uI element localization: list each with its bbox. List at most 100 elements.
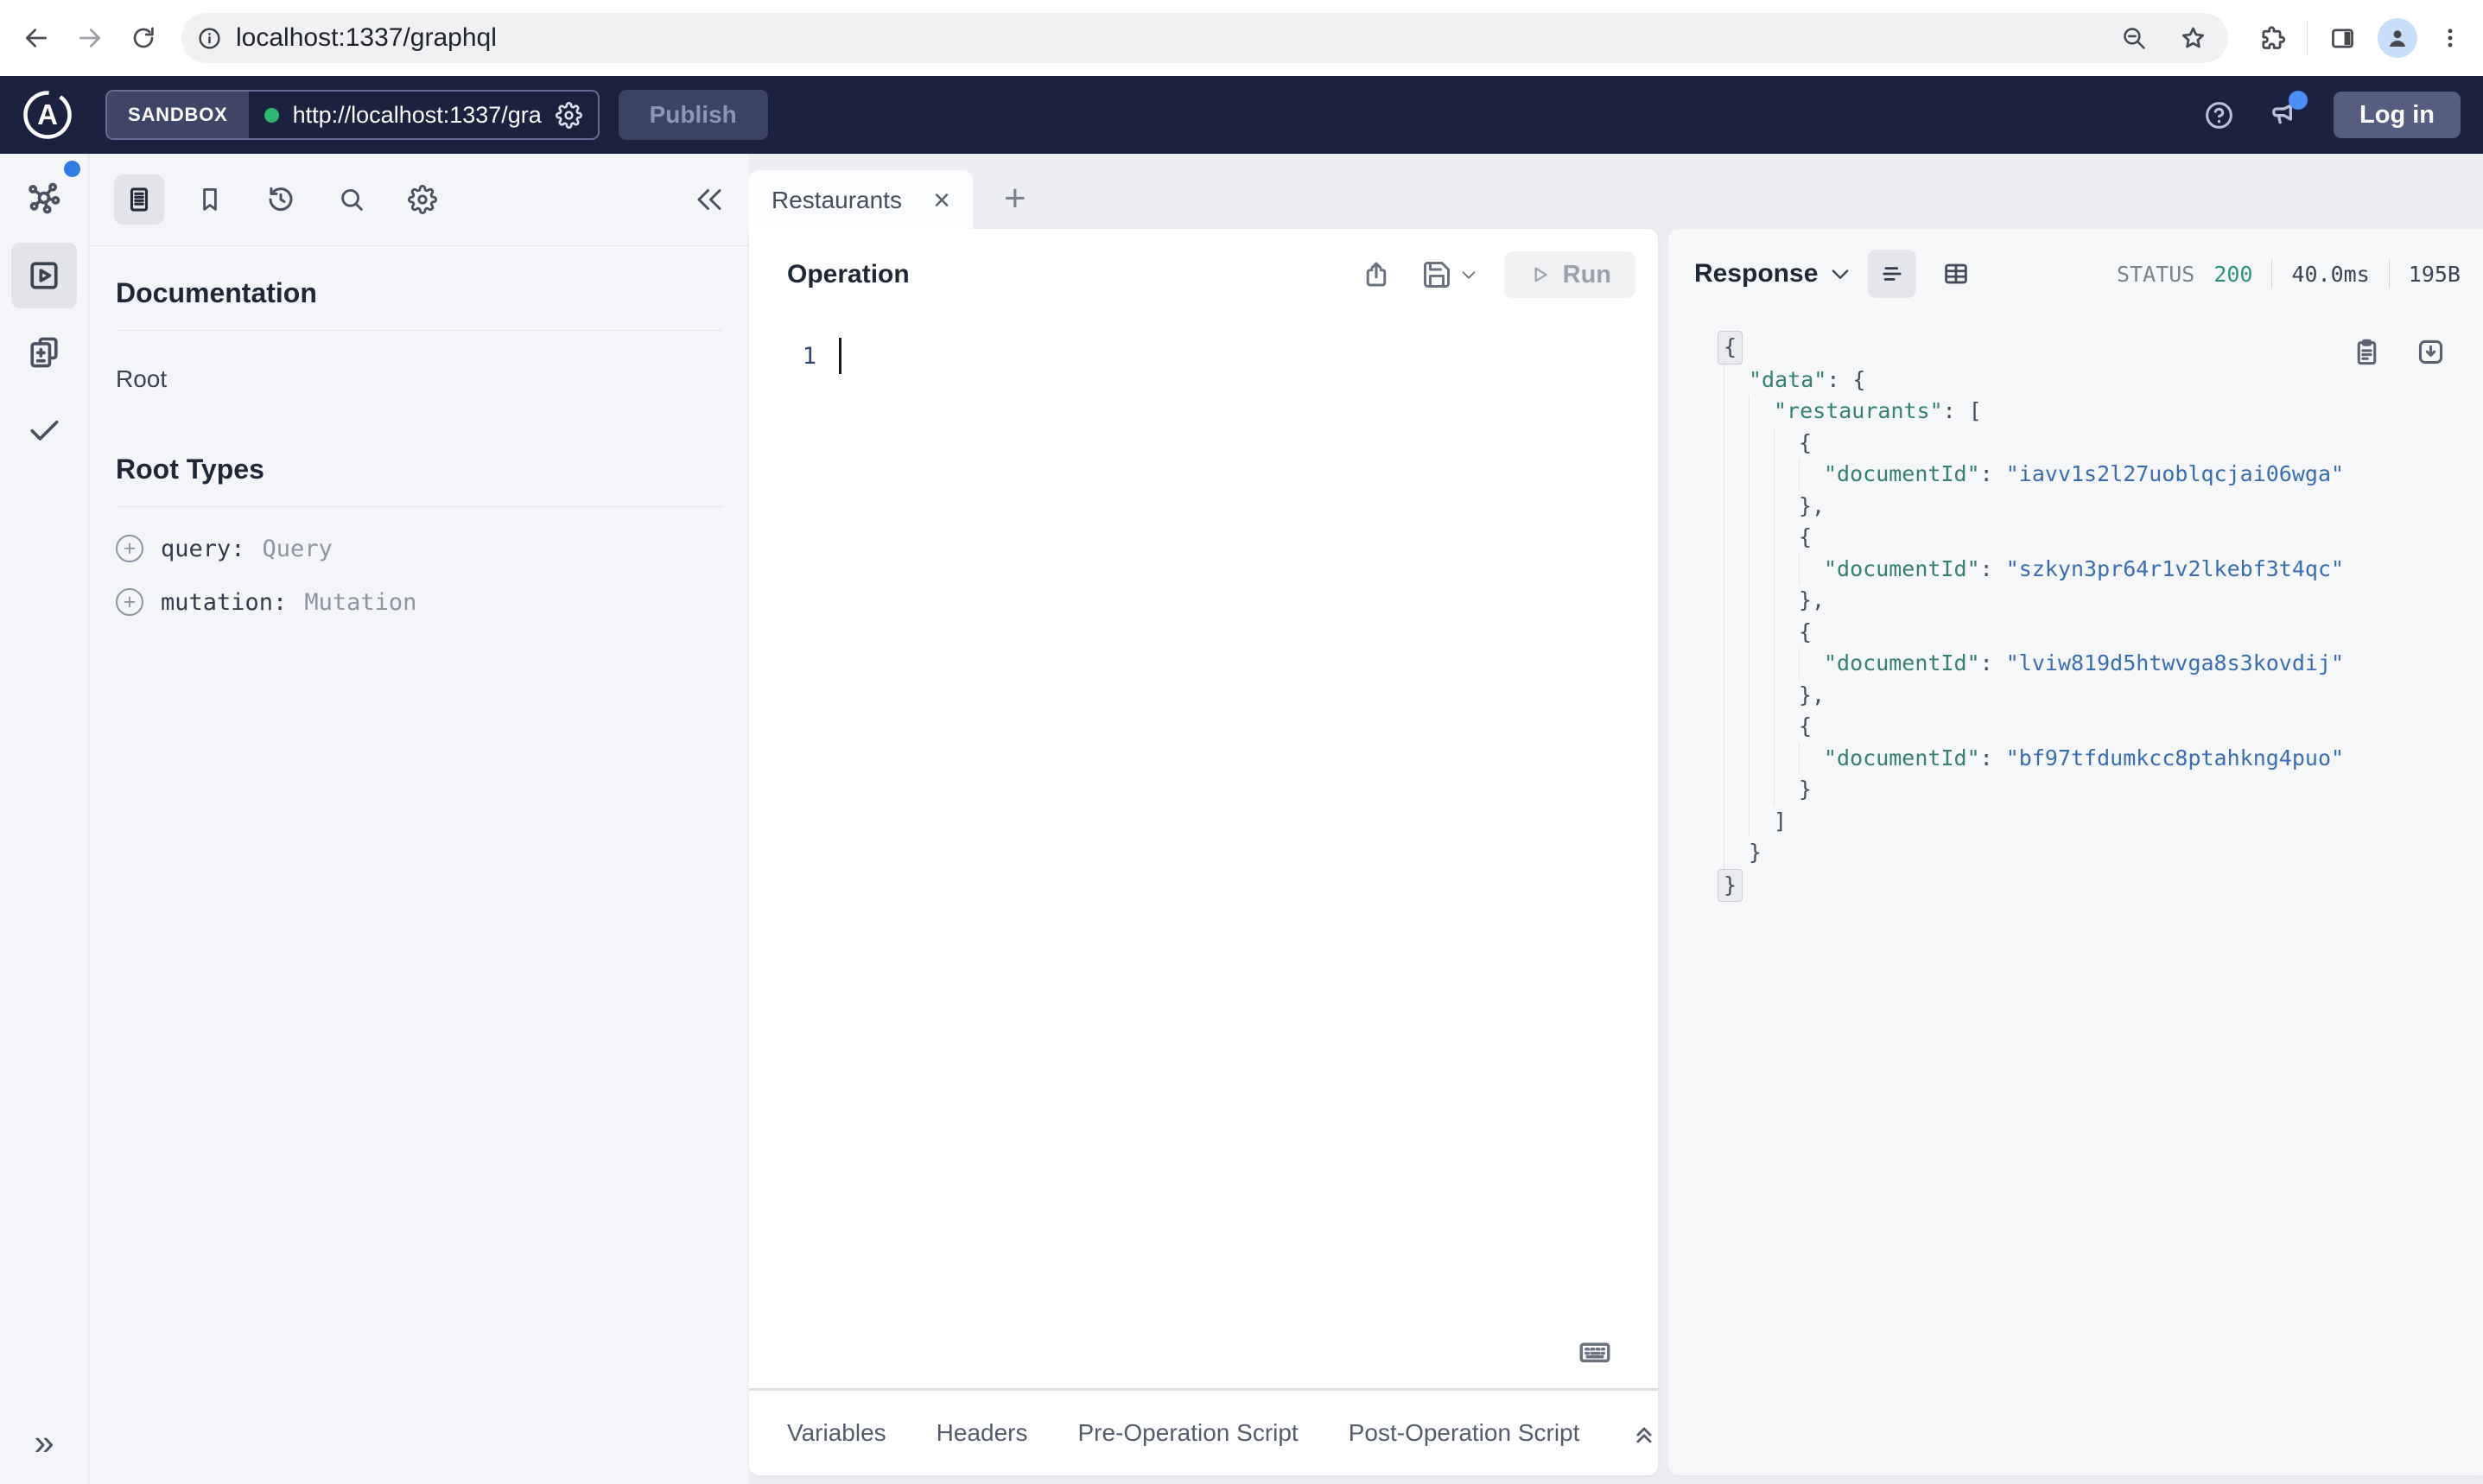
json-punct: : [	[1942, 398, 1982, 423]
expand-type-icon[interactable]: +	[116, 535, 143, 562]
indent-guide	[1799, 459, 1824, 491]
bookmark-star-icon[interactable]	[2179, 24, 2207, 53]
expand-bottom-panel-icon[interactable]	[1629, 1418, 1659, 1448]
json-punct: : {	[1826, 366, 1866, 392]
type-name: Query	[262, 535, 333, 562]
expand-rail-icon[interactable]: »	[0, 1422, 88, 1463]
explorer-icon[interactable]	[11, 243, 77, 308]
run-play-icon	[1534, 267, 1547, 282]
publish-button[interactable]: Publish	[618, 90, 768, 140]
table-view-icon[interactable]	[1932, 250, 1980, 298]
connection-settings-icon[interactable]	[555, 101, 582, 129]
tab-label[interactable]: Restaurants	[772, 187, 933, 214]
sandbox-badge: SANDBOX	[107, 92, 249, 138]
indent-guide	[1724, 364, 1749, 396]
bottom-tab-post-operation-script[interactable]: Post-Operation Script	[1349, 1419, 1580, 1447]
root-link[interactable]: Root	[116, 365, 723, 393]
reload-icon[interactable]	[124, 19, 162, 57]
endpoint-input[interactable]: http://localhost:1337/gra...	[249, 92, 598, 138]
zoom-out-icon[interactable]	[2121, 25, 2148, 52]
search-icon[interactable]	[327, 174, 377, 225]
json-line: },	[1724, 490, 2483, 522]
bottom-tab-pre-operation-script[interactable]: Pre-Operation Script	[1078, 1419, 1299, 1447]
json-punct: ]	[1774, 808, 1788, 834]
endpoint-control: SANDBOX http://localhost:1337/gra...	[105, 90, 600, 140]
copy-response-icon[interactable]	[2351, 336, 2383, 368]
expand-type-icon[interactable]: +	[116, 588, 143, 616]
indent-guide	[1749, 585, 1774, 617]
settings-icon[interactable]	[397, 174, 448, 225]
url-text[interactable]: localhost:1337/graphql	[236, 23, 497, 53]
back-icon[interactable]	[17, 19, 55, 57]
site-info-icon[interactable]	[197, 26, 222, 51]
indent-guide	[1724, 679, 1749, 711]
tab-restaurants[interactable]: Restaurants ×	[749, 170, 973, 230]
root-type-row-query[interactable]: + query: Query	[116, 526, 723, 571]
fold-marker[interactable]: {	[1718, 331, 1743, 365]
history-icon[interactable]	[256, 174, 306, 225]
json-string: "iavv1s2l27uoblqcjai06wga"	[2005, 461, 2345, 486]
extensions-icon[interactable]	[2258, 24, 2286, 53]
indent-guide	[1749, 805, 1774, 837]
json-punct: }	[1799, 777, 1813, 802]
json-line: {	[1724, 616, 2483, 648]
indent-guide	[1799, 742, 1824, 774]
operation-tab-strip: Restaurants × +	[749, 169, 1026, 230]
indent-guide	[1774, 459, 1799, 491]
json-view-icon[interactable]	[1868, 250, 1917, 298]
saved-operations-icon[interactable]	[185, 174, 235, 225]
profile-avatar[interactable]	[2378, 18, 2417, 58]
login-button[interactable]: Log in	[2334, 92, 2461, 138]
json-punct: {	[1799, 524, 1813, 549]
indent-guide	[1749, 396, 1774, 428]
root-type-row-mutation[interactable]: + mutation: Mutation	[116, 580, 723, 625]
operation-bottom-bar: Variables Headers Pre-Operation Script Post…	[749, 1388, 1658, 1475]
indent-guide	[1774, 742, 1799, 774]
bottom-tab-variables[interactable]: Variables	[787, 1419, 886, 1447]
fold-marker[interactable]: }	[1718, 868, 1743, 902]
response-menu-chevron-icon[interactable]	[1828, 262, 1852, 286]
browser-actions	[2237, 18, 2462, 58]
run-label: Run	[1562, 260, 1611, 289]
json-line: ]	[1724, 805, 2483, 837]
json-line: "data": {	[1724, 364, 2483, 396]
documentation-toolbar	[90, 154, 749, 246]
indent-guide	[1799, 553, 1824, 585]
forward-icon[interactable]	[71, 19, 109, 57]
operation-title: Operation	[787, 260, 910, 289]
endpoint-url[interactable]: http://localhost:1337/gra...	[293, 102, 542, 129]
side-panel-icon[interactable]	[2328, 24, 2357, 53]
indent-guide	[1724, 427, 1749, 459]
json-key: "data"	[1749, 366, 1827, 392]
share-operation-icon[interactable]	[1361, 259, 1392, 290]
browser-toolbar: localhost:1337/graphql	[0, 0, 2483, 76]
download-response-icon[interactable]	[2415, 336, 2447, 368]
close-tab-icon[interactable]: ×	[933, 186, 950, 215]
keyboard-shortcuts-icon[interactable]	[1577, 1334, 1613, 1370]
checks-icon[interactable]	[11, 396, 77, 462]
indent-guide	[1749, 522, 1774, 554]
help-icon[interactable]	[2203, 99, 2235, 131]
divider	[116, 506, 723, 507]
save-operation-control[interactable]	[1421, 259, 1478, 290]
schema-diff-icon[interactable]	[11, 320, 77, 385]
json-line: },	[1724, 585, 2483, 617]
type-field-name: query:	[161, 535, 245, 562]
browser-menu-icon[interactable]	[2438, 26, 2462, 50]
json-line: {	[1724, 427, 2483, 459]
address-bar[interactable]: localhost:1337/graphql	[181, 13, 2228, 63]
new-tab-icon[interactable]: +	[1004, 180, 1026, 218]
announcements-icon[interactable]	[2266, 91, 2308, 132]
json-line: {	[1724, 711, 2483, 743]
status-code: 200	[2213, 261, 2253, 287]
announcements-badge	[2289, 91, 2308, 110]
operation-editor[interactable]: 1	[749, 338, 1658, 374]
type-field-name: mutation:	[161, 588, 288, 616]
bottom-tab-headers[interactable]: Headers	[937, 1419, 1028, 1447]
documentation-tab-icon[interactable]	[114, 174, 164, 225]
run-button[interactable]: Run	[1503, 251, 1635, 298]
json-string: "szkyn3pr64r1v2lkebf3t4qc"	[2005, 555, 2345, 581]
indent-guide	[1774, 774, 1799, 806]
collapse-panel-icon[interactable]	[694, 184, 725, 215]
apollo-logo[interactable]: A	[22, 90, 73, 140]
